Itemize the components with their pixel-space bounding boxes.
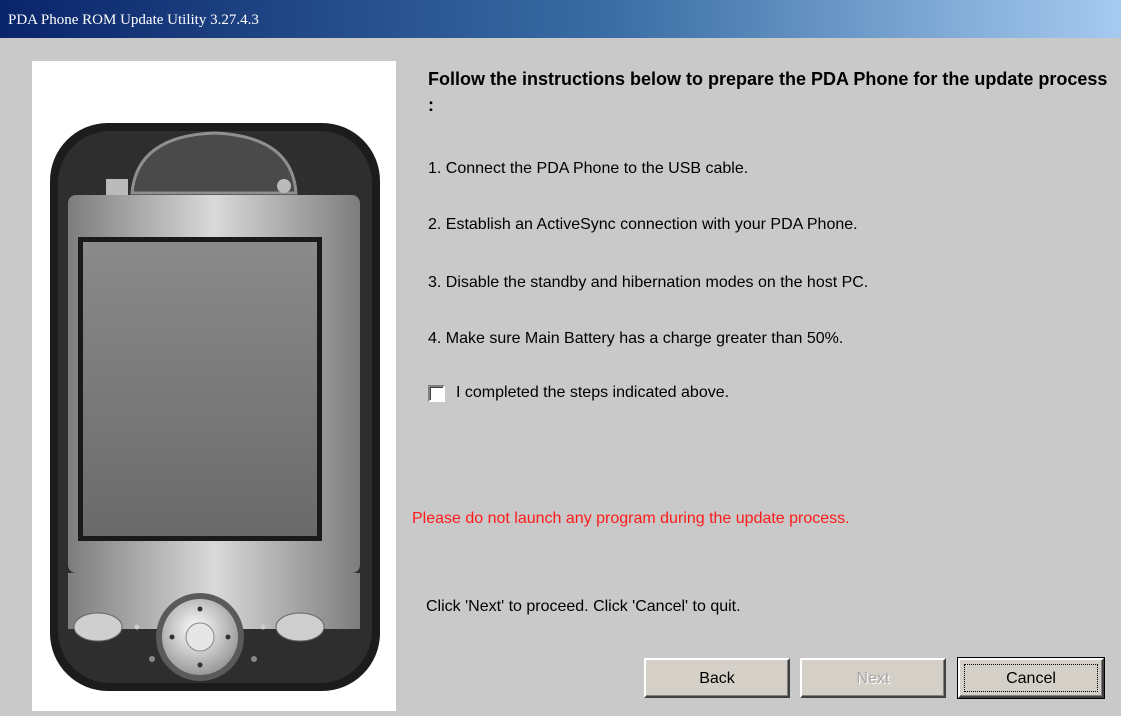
wizard-content: Follow the instructions below to prepare…: [0, 38, 1121, 716]
instructions-heading: Follow the instructions below to prepare…: [428, 69, 1108, 115]
completed-steps-checkbox[interactable]: [428, 385, 445, 402]
back-button[interactable]: Back: [644, 658, 790, 698]
completed-steps-checkbox-label[interactable]: I completed the steps indicated above.: [456, 384, 729, 402]
pda-phone-image: [50, 123, 380, 691]
step-4: 4. Make sure Main Battery has a charge g…: [428, 330, 844, 347]
step-2: 2. Establish an ActiveSync connection wi…: [428, 216, 858, 233]
window-title: PDA Phone ROM Update Utility 3.27.4.3: [8, 12, 259, 28]
title-bar[interactable]: PDA Phone ROM Update Utility 3.27.4.3: [0, 0, 1121, 38]
step-3: 3. Disable the standby and hibernation m…: [428, 274, 869, 291]
warning-message: Please do not launch any program during …: [412, 510, 850, 527]
step-1: 1. Connect the PDA Phone to the USB cabl…: [428, 160, 749, 177]
cancel-button-label: Cancel: [1006, 670, 1056, 687]
next-button[interactable]: Next: [800, 658, 946, 698]
proceed-instructions: Click 'Next' to proceed. Click 'Cancel' …: [426, 598, 741, 615]
cancel-button[interactable]: Cancel: [957, 657, 1105, 699]
device-image-panel: [32, 61, 396, 711]
